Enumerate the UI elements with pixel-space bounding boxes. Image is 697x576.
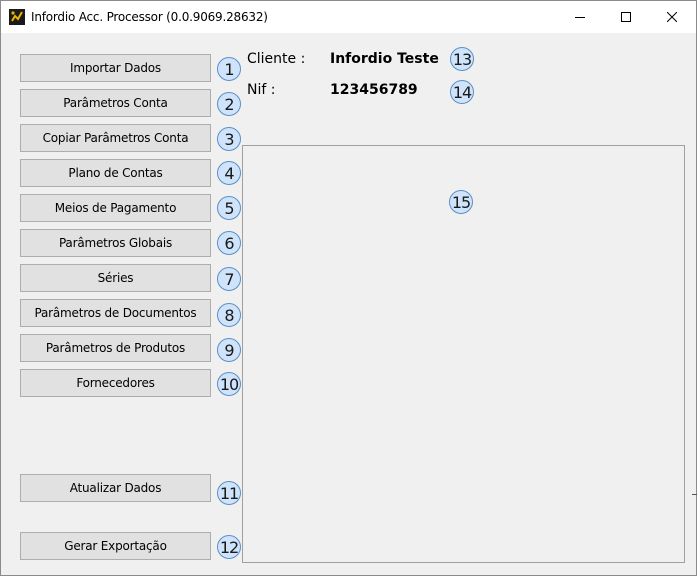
parametros-de-produtos-button[interactable]: Parâmetros de Produtos: [20, 334, 211, 362]
step-badge: 15: [449, 190, 473, 214]
app-logo-icon: [9, 9, 25, 25]
minimize-button[interactable]: [557, 1, 603, 33]
close-icon: [667, 12, 677, 22]
step-badge: 7: [217, 267, 241, 291]
parametros-globais-button[interactable]: Parâmetros Globais: [20, 229, 211, 257]
step-badge: 14: [450, 80, 474, 104]
parametros-de-documentos-button[interactable]: Parâmetros de Documentos: [20, 299, 211, 327]
window-title: Infordio Acc. Processor (0.0.9069.28632): [31, 10, 268, 24]
step-badge: 11: [217, 481, 241, 505]
maximize-icon: [621, 12, 631, 22]
step-badge: 2: [217, 92, 241, 116]
minimize-icon: [575, 17, 585, 18]
window-edge-mark: [692, 494, 697, 495]
maximize-button[interactable]: [603, 1, 649, 33]
nif-label: Nif :: [247, 82, 276, 98]
close-button[interactable]: [649, 1, 695, 33]
step-badge: 4: [217, 161, 241, 185]
client-value: Infordio Teste: [330, 51, 439, 67]
plano-de-contas-button[interactable]: Plano de Contas: [20, 159, 211, 187]
step-badge: 5: [217, 196, 241, 220]
step-badge: 12: [217, 535, 241, 559]
gerar-exportacao-button[interactable]: Gerar Exportação: [20, 532, 211, 560]
copiar-parametros-conta-button[interactable]: Copiar Parâmetros Conta: [20, 124, 211, 152]
step-badge: 6: [217, 231, 241, 255]
atualizar-dados-button[interactable]: Atualizar Dados: [20, 474, 211, 502]
app-window: Infordio Acc. Processor (0.0.9069.28632)…: [0, 0, 697, 576]
fornecedores-button[interactable]: Fornecedores: [20, 369, 211, 397]
client-label: Cliente :: [247, 51, 306, 67]
step-badge: 1: [217, 57, 241, 81]
step-badge: 8: [217, 303, 241, 327]
step-badge: 13: [450, 47, 474, 71]
parametros-conta-button[interactable]: Parâmetros Conta: [20, 89, 211, 117]
nif-value: 123456789: [330, 82, 418, 98]
step-badge: 9: [217, 338, 241, 362]
meios-de-pagamento-button[interactable]: Meios de Pagamento: [20, 194, 211, 222]
step-badge: 3: [217, 127, 241, 151]
step-badge: 10: [217, 372, 241, 396]
title-bar[interactable]: Infordio Acc. Processor (0.0.9069.28632): [1, 1, 696, 33]
series-button[interactable]: Séries: [20, 264, 211, 292]
importar-dados-button[interactable]: Importar Dados: [20, 54, 211, 82]
